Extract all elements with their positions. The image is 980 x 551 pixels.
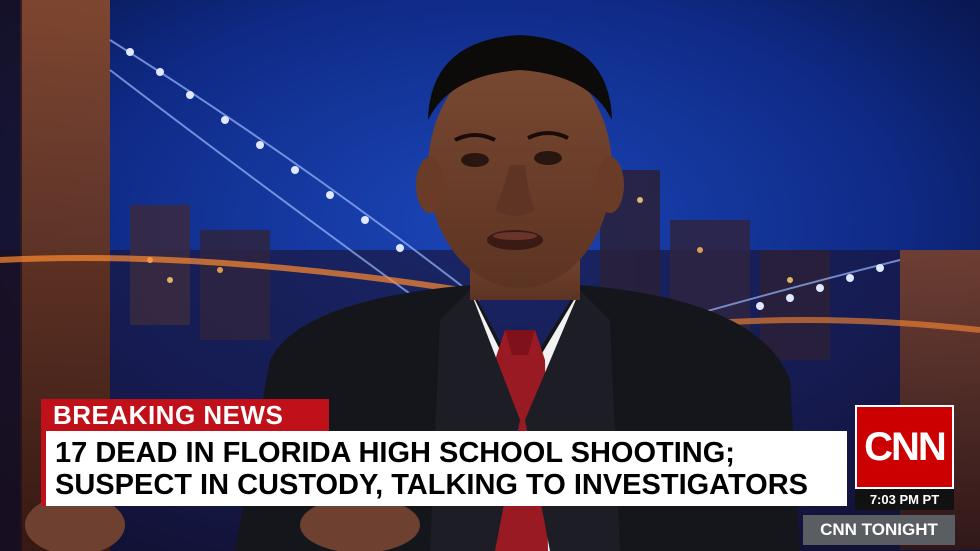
studio-background: [0, 0, 980, 551]
